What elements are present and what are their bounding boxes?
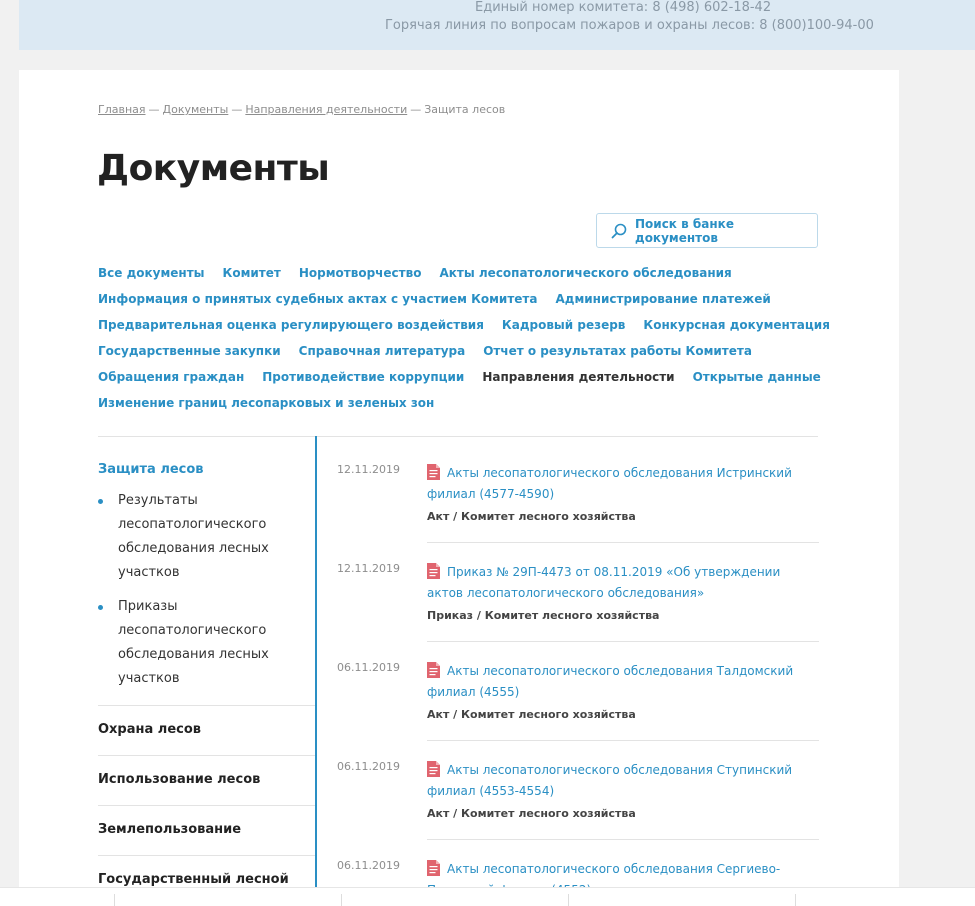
sidebar-accent-line — [315, 436, 317, 905]
document-date: 06.11.2019 — [337, 760, 400, 773]
search-icon — [611, 223, 627, 239]
breadcrumb-separator: — — [231, 103, 243, 116]
category-link[interactable]: Противодействие коррупции — [262, 364, 464, 390]
document-title-link[interactable]: Акты лесопатологического обследования Ст… — [427, 760, 819, 802]
breadcrumb-directions[interactable]: Направления деятельности — [245, 103, 407, 116]
document-date: 12.11.2019 — [337, 562, 400, 575]
document-meta: Акт / Комитет лесного хозяйства — [427, 510, 636, 523]
document-divider — [427, 542, 819, 543]
document-meta: Акт / Комитет лесного хозяйства — [427, 708, 636, 721]
sidebar-divider — [98, 705, 315, 706]
document-meta: Акт / Комитет лесного хозяйства — [427, 807, 636, 820]
category-row: Обращения граждан Противодействие коррупц… — [98, 364, 821, 390]
category-row: Государственные закупки Справочная литера… — [98, 338, 818, 364]
category-link[interactable]: Акты лесопатологического обследования — [439, 260, 731, 286]
document-divider — [427, 641, 819, 642]
category-link[interactable]: Конкурсная документация — [643, 312, 830, 338]
document-divider — [427, 839, 819, 840]
category-link[interactable]: Изменение границ лесопарковых и зеленых … — [98, 390, 434, 416]
category-link[interactable]: Администрирование платежей — [555, 286, 770, 312]
search-button-label: Поиск в банке документов — [635, 216, 734, 245]
document-date: 12.11.2019 — [337, 463, 400, 476]
committee-phone: Единый номер комитета: 8 (498) 602-18-42 — [475, 0, 772, 15]
category-row: Информация о принятых судебных актах с у… — [98, 286, 818, 312]
category-link[interactable]: Обращения граждан — [98, 364, 244, 390]
sidebar-item[interactable]: Охрана лесов — [98, 722, 201, 737]
sidebar-divider — [98, 855, 315, 856]
document-title-link[interactable]: Акты лесопатологического обследования Та… — [427, 661, 819, 703]
document-title-link[interactable]: Акты лесопатологического обследования Ис… — [427, 463, 819, 505]
sidebar-item[interactable]: Государственный лесной — [98, 872, 289, 887]
sidebar-divider — [98, 805, 315, 806]
sidebar-subitem[interactable]: Приказы лесопатологического обследования… — [98, 595, 298, 691]
sidebar-divider — [98, 755, 315, 756]
category-link[interactable]: Нормотворчество — [299, 260, 422, 286]
category-nav: Все документы Комитет Нормотворчество Акты … — [98, 260, 830, 416]
breadcrumb-documents[interactable]: Документы — [163, 103, 229, 116]
bottom-divider — [341, 894, 342, 906]
category-link[interactable]: Справочная литература — [299, 338, 466, 364]
category-link[interactable]: Государственные закупки — [98, 338, 281, 364]
bottom-bar — [0, 887, 975, 906]
sidebar-item[interactable]: Использование лесов — [98, 772, 260, 787]
document-meta: Приказ / Комитет лесного хозяйства — [427, 609, 660, 622]
bottom-divider — [114, 894, 115, 906]
category-link-active[interactable]: Направления деятельности — [482, 364, 674, 390]
sidebar-active-section[interactable]: Защита лесов — [98, 462, 204, 477]
top-info-bar: Единый номер комитета: 8 (498) 602-18-42… — [19, 0, 975, 50]
document-date: 06.11.2019 — [337, 661, 400, 674]
bottom-divider — [568, 894, 569, 906]
category-link[interactable]: Кадровый резерв — [502, 312, 626, 338]
bottom-divider — [795, 894, 796, 906]
category-link[interactable]: Предварительная оценка регулирующего воз… — [98, 312, 484, 338]
page-title: Документы — [97, 148, 330, 189]
document-divider — [427, 740, 819, 741]
sidebar-item[interactable]: Землепользование — [98, 822, 241, 837]
breadcrumb-current: Защита лесов — [424, 103, 506, 116]
document-date: 06.11.2019 — [337, 859, 400, 872]
hotline-phone: Горячая линия по вопросам пожаров и охра… — [385, 18, 874, 33]
breadcrumb: Главная — Документы — Направления деятельнос… — [98, 103, 505, 116]
breadcrumb-separator: — — [148, 103, 160, 116]
category-link[interactable]: Отчет о результатах работы Комитета — [483, 338, 752, 364]
category-row: Изменение границ лесопарковых и зеленых … — [98, 390, 818, 416]
category-row: Все документы Комитет Нормотворчество Акты … — [98, 260, 818, 286]
search-documents-button[interactable]: Поиск в банке документов — [596, 213, 818, 248]
category-link[interactable]: Все документы — [98, 260, 205, 286]
content-divider — [98, 436, 818, 437]
sidebar-subitem[interactable]: Результаты лесопатологического обследова… — [98, 489, 298, 585]
category-link[interactable]: Информация о принятых судебных актах с у… — [98, 286, 537, 312]
category-link[interactable]: Открытые данные — [693, 364, 821, 390]
category-link[interactable]: Комитет — [223, 260, 281, 286]
breadcrumb-separator: — — [410, 103, 422, 116]
category-row: Предварительная оценка регулирующего воз… — [98, 312, 830, 338]
document-title-link[interactable]: Приказ № 29П-4473 от 08.11.2019 «Об утве… — [427, 562, 819, 604]
breadcrumb-home[interactable]: Главная — [98, 103, 146, 116]
main-panel: Главная — Документы — Направления деятельнос… — [19, 70, 899, 905]
